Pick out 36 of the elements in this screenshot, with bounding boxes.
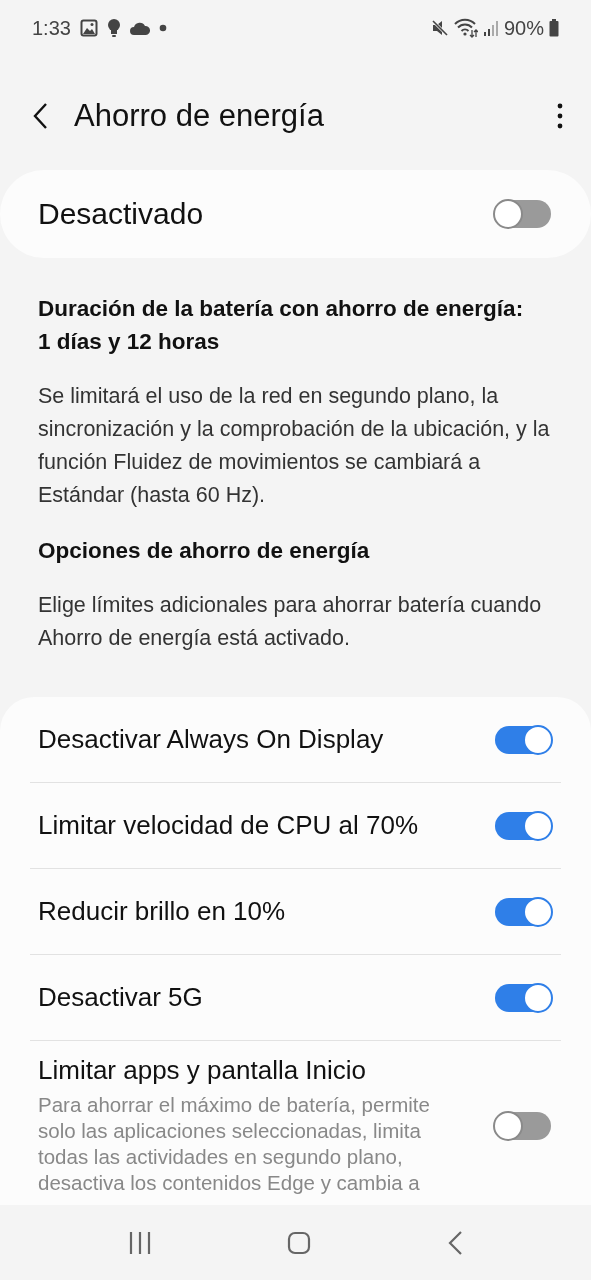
- toggle-switch[interactable]: [495, 200, 551, 228]
- wifi-icon: [453, 18, 478, 38]
- toggle-switch[interactable]: [495, 725, 551, 754]
- master-switch-label: Desactivado: [38, 197, 204, 231]
- options-description: Elige límites adicionales para ahorrar batería cuando Ahorro de energía está activado.: [38, 592, 543, 652]
- lightbulb-icon: [106, 18, 121, 38]
- option-label: Limitar velocidad de CPU al 70%: [38, 810, 419, 841]
- more-options-icon[interactable]: [557, 103, 563, 129]
- cloud-icon: [129, 21, 150, 35]
- toggle-switch[interactable]: [495, 897, 551, 926]
- option-label: Reducir brillo en 10%: [38, 896, 286, 927]
- option-row[interactable]: Limitar apps y pantalla Inicio Para ahorrar el máximo de batería, permite solo las aplicaciones seleccionadas, limita todas las actividades en segundo plano, desactiva los contenidos Edge y cambia a: [30, 1041, 561, 1196]
- toggle-switch[interactable]: [495, 811, 551, 840]
- option-summary: Para ahorrar el máximo de batería, permite solo las aplicaciones seleccionadas, limita todas las actividades en segundo plano, desactiva los contenidos Edge y cambia a: [38, 1092, 431, 1196]
- option-row[interactable]: Limitar velocidad de CPU al 70%: [30, 783, 561, 869]
- battery-icon: [549, 19, 559, 37]
- option-row[interactable]: Reducir brillo en 10%: [30, 869, 561, 955]
- dot-icon: [158, 24, 167, 32]
- options-heading: Opciones de ahorro de energía: [38, 537, 371, 565]
- signal-icon: [482, 19, 499, 37]
- master-switch-card[interactable]: Desactivado: [0, 170, 591, 258]
- gallery-icon: [79, 19, 98, 37]
- option-label: Limitar apps y pantalla Inicio: [38, 1055, 368, 1086]
- option-label: Desactivar 5G: [38, 982, 203, 1013]
- description-text: Se limitará el uso de la red en segundo plano, la sincronización y la comprobación de la ubicación, y la función Fluidez de movimientos se cambiará a Estándar (hasta 60 Hz).: [38, 383, 551, 509]
- battery-duration-value: 1 días y 12 horas: [38, 328, 221, 356]
- toggle-switch[interactable]: [495, 983, 551, 1012]
- battery-percent: 90%: [503, 16, 544, 40]
- toggle-switch[interactable]: [495, 1111, 551, 1140]
- mute-icon: [430, 19, 449, 37]
- status-time: 1:33: [32, 16, 71, 40]
- option-label: Desactivar Always On Display: [38, 724, 384, 755]
- option-row[interactable]: Desactivar Always On Display: [30, 697, 561, 783]
- battery-duration-title: Duración de la batería con ahorro de energía:: [38, 295, 525, 323]
- option-row[interactable]: Desactivar 5G: [30, 955, 561, 1041]
- page-title: Ahorro de energía: [74, 98, 325, 134]
